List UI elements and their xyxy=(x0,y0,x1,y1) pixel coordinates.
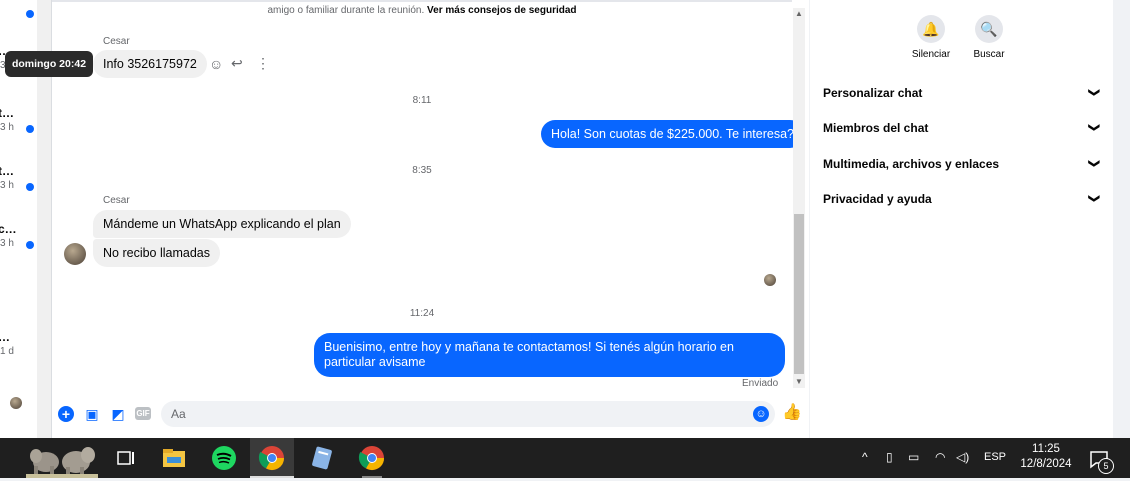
message-input[interactable]: Aa ☺ xyxy=(161,401,775,427)
chat-list-item[interactable]: c… 3 h xyxy=(0,222,37,252)
plus-icon[interactable]: + xyxy=(58,406,74,422)
chat-list-item[interactable]: t… 3 h xyxy=(0,106,37,136)
camera-icon[interactable]: ▯ xyxy=(886,450,893,464)
outgoing-message[interactable]: Buenisimo, entre hoy y mañana te contact… xyxy=(314,333,785,377)
timestamp: 8:11 xyxy=(412,95,432,106)
chat-list-title: c… xyxy=(0,222,17,236)
window-edge xyxy=(1113,0,1130,438)
chat-list-time: 1 d xyxy=(0,346,14,357)
mute-label: Silenciar xyxy=(911,49,951,60)
sender-name: Cesar xyxy=(103,36,130,47)
unread-dot xyxy=(26,10,34,18)
chevron-down-icon: ❯ xyxy=(1087,158,1100,169)
chat-list-item[interactable] xyxy=(0,0,37,30)
unread-dot xyxy=(26,241,34,249)
bell-icon: 🔔 xyxy=(917,15,945,43)
section-label: Privacidad y ayuda xyxy=(823,192,932,206)
safety-tips-link[interactable]: Ver más consejos de seguridad xyxy=(427,5,577,16)
chrome-icon[interactable] xyxy=(358,444,386,478)
section-chat-members[interactable]: Miembros del chat ❯ xyxy=(823,121,1103,145)
scroll-down-icon[interactable]: ▼ xyxy=(793,376,805,388)
chat-list-title: t… xyxy=(0,106,14,120)
incoming-message[interactable]: No recibo llamadas xyxy=(93,239,220,267)
incoming-message[interactable]: Mándeme un WhatsApp explicando el plan xyxy=(93,210,351,238)
notification-center-icon[interactable]: 5 xyxy=(1088,448,1114,474)
section-privacy-help[interactable]: Privacidad y ayuda ❯ xyxy=(823,192,1103,216)
language-indicator[interactable]: ESP xyxy=(984,451,1006,463)
section-media-files-links[interactable]: Multimedia, archivos y enlaces ❯ xyxy=(823,157,1103,181)
conversation-panel: amigo o familiar durante la reunión. Ver… xyxy=(52,0,809,438)
scrollbar-thumb[interactable] xyxy=(794,214,804,374)
wifi-icon[interactable]: ◠ xyxy=(935,450,945,464)
more-options-icon[interactable]: ⋮ xyxy=(256,55,270,72)
sent-status: Enviado xyxy=(742,378,779,389)
divider xyxy=(52,0,792,2)
battery-icon[interactable]: ▭ xyxy=(908,450,919,464)
chat-info-panel: 🔔 Silenciar 🔍 Buscar Personalizar chat ❯… xyxy=(810,0,1113,438)
unread-dot xyxy=(26,183,34,191)
avatar xyxy=(64,243,86,265)
chat-list-item[interactable]: t… 3 h xyxy=(0,164,37,194)
chrome-app-active[interactable] xyxy=(250,438,294,478)
chat-list-time: 3 h xyxy=(0,238,14,249)
chevron-down-icon: ❯ xyxy=(1087,193,1100,204)
chevron-up-icon[interactable]: ^ xyxy=(862,450,868,464)
avatar xyxy=(10,397,22,409)
start-elephant-icon[interactable] xyxy=(26,440,98,478)
seen-avatar xyxy=(764,274,776,286)
chat-list-item[interactable]: … 1 d xyxy=(0,330,37,360)
section-customize-chat[interactable]: Personalizar chat ❯ xyxy=(823,86,1103,110)
notes-app-icon[interactable] xyxy=(308,444,336,472)
unread-dot xyxy=(26,125,34,133)
volume-icon[interactable]: ◁) xyxy=(956,450,969,464)
emoji-icon[interactable]: ☺ xyxy=(753,406,769,422)
search-button[interactable]: 🔍 Buscar xyxy=(959,15,1019,60)
sticker-icon[interactable]: ◩ xyxy=(110,406,126,422)
incoming-message[interactable]: Info 3526175972 xyxy=(93,50,207,78)
chat-list-time: 3 h xyxy=(0,180,14,191)
clock-time: 11:25 xyxy=(1032,443,1060,455)
search-icon: 🔍 xyxy=(975,15,1003,43)
outgoing-message[interactable]: Hola! Son cuotas de $225.000. Te interes… xyxy=(541,120,804,148)
file-explorer-icon[interactable] xyxy=(160,444,188,472)
chat-list-time: 3 h xyxy=(0,122,14,133)
chevron-down-icon: ❯ xyxy=(1087,122,1100,133)
taskbar: ^ ▯ ▭ ◠ ◁) ESP 11:25 12/8/2024 5 xyxy=(0,438,1130,478)
timestamp: 11:24 xyxy=(409,308,435,319)
react-icon[interactable]: ☺ xyxy=(209,56,223,72)
message-input-placeholder: Aa xyxy=(171,407,186,421)
spotify-icon[interactable] xyxy=(210,444,238,472)
sender-name: Cesar xyxy=(103,195,130,206)
task-view-icon[interactable] xyxy=(112,444,140,472)
timestamp: 8:35 xyxy=(412,165,432,176)
reply-icon[interactable]: ↩ xyxy=(231,55,243,72)
gif-icon[interactable]: GIF xyxy=(135,407,151,420)
chat-list-title: … xyxy=(0,330,10,344)
section-label: Personalizar chat xyxy=(823,86,923,100)
message-time-tooltip: domingo 20:42 xyxy=(5,51,93,77)
composer: + ▣ ◩ GIF Aa ☺ 👍 xyxy=(52,396,809,438)
section-label: Multimedia, archivos y enlaces xyxy=(823,157,1000,171)
like-icon[interactable]: 👍 xyxy=(782,405,802,421)
mute-button[interactable]: 🔔 Silenciar xyxy=(901,15,961,60)
photo-icon[interactable]: ▣ xyxy=(84,406,100,422)
safety-notice: amigo o familiar durante la reunión. Ver… xyxy=(52,5,792,16)
notification-count: 5 xyxy=(1098,458,1114,474)
clock[interactable]: 11:25 12/8/2024 xyxy=(1016,442,1076,472)
conversation-scrollbar[interactable]: ▲ ▼ xyxy=(793,8,805,388)
scroll-up-icon[interactable]: ▲ xyxy=(793,8,805,20)
clock-date: 12/8/2024 xyxy=(1020,458,1072,470)
section-label: Miembros del chat xyxy=(823,121,929,135)
search-label: Buscar xyxy=(973,49,1005,60)
chevron-down-icon: ❯ xyxy=(1087,87,1100,98)
safety-text: amigo o familiar durante la reunión. xyxy=(267,5,425,16)
chat-list-title: t… xyxy=(0,164,14,178)
